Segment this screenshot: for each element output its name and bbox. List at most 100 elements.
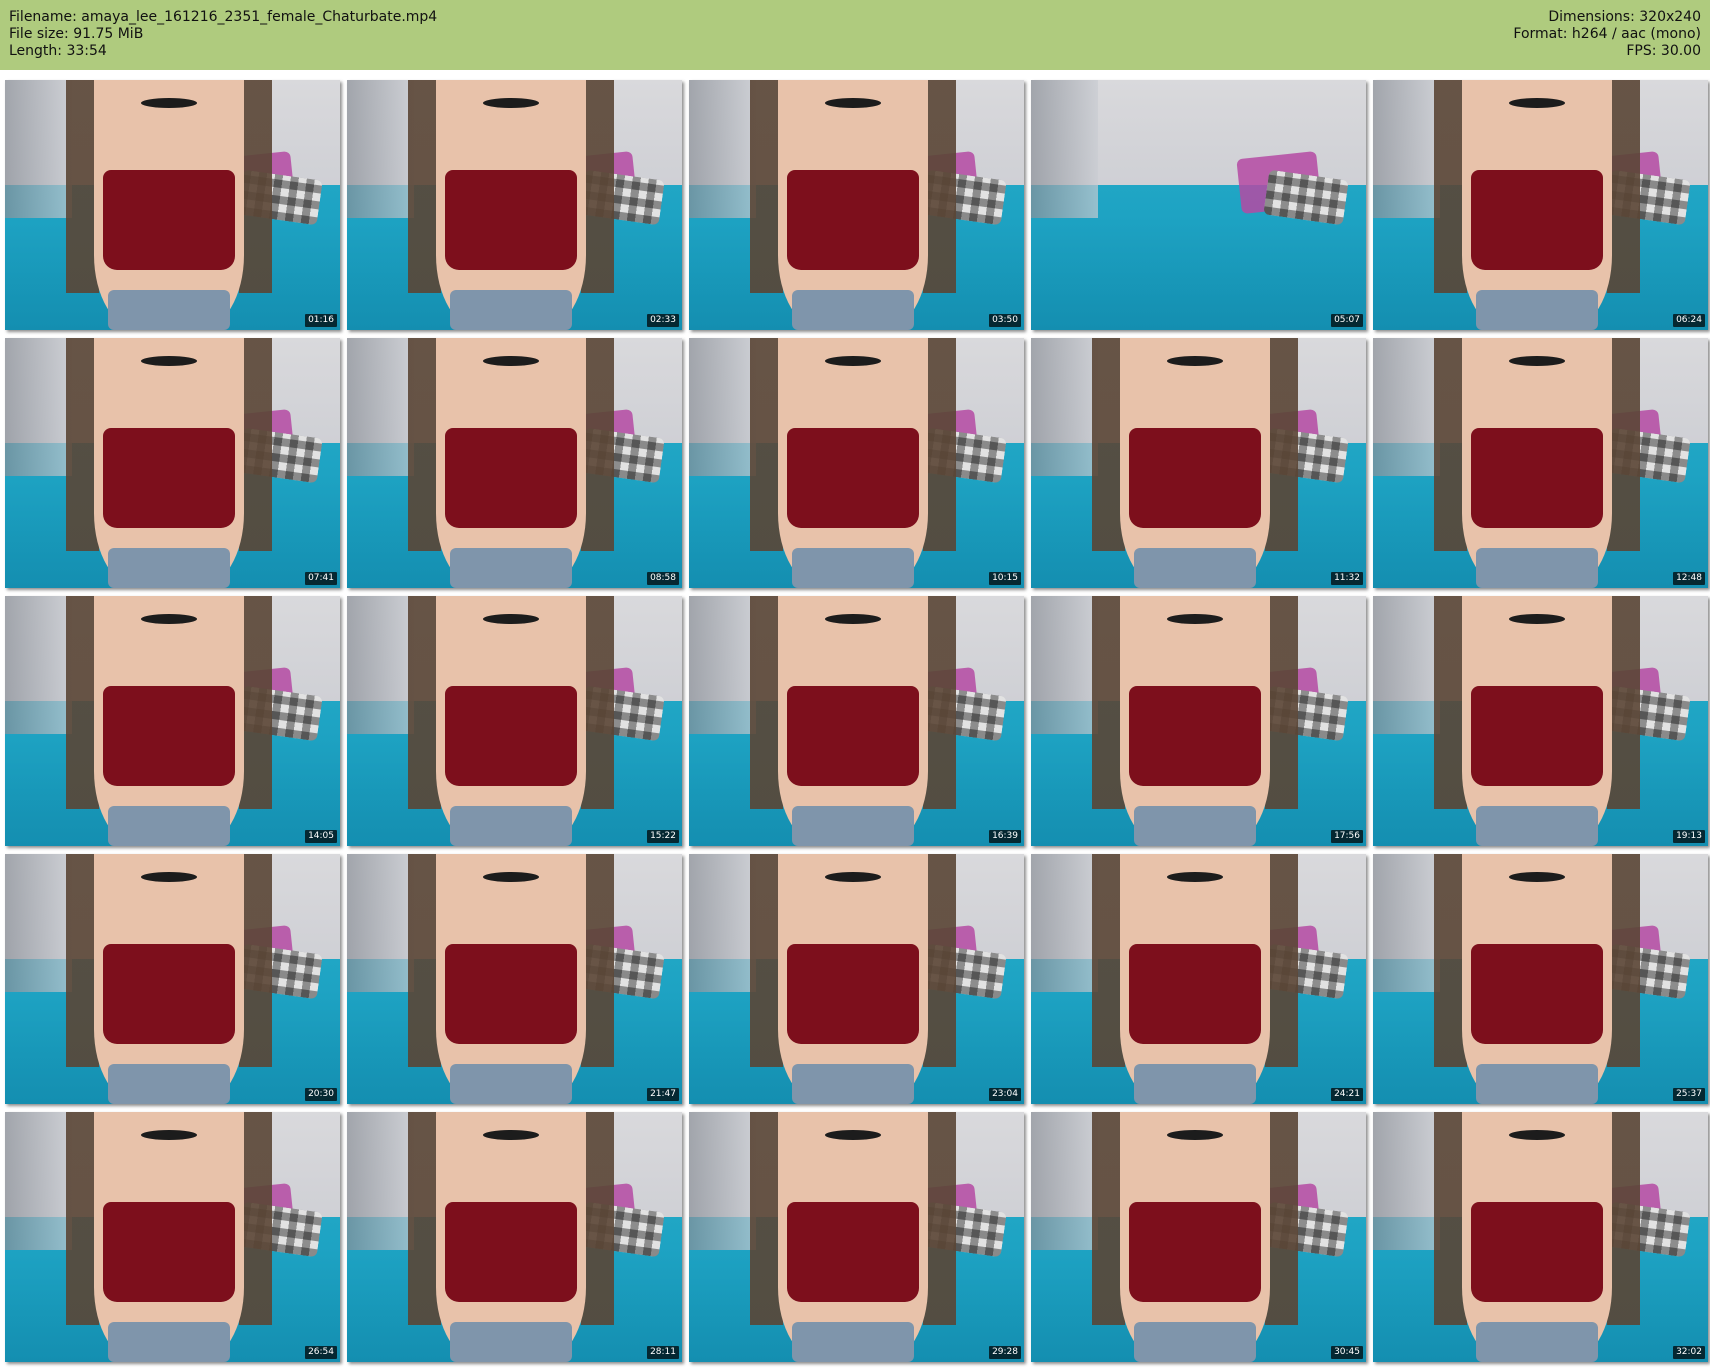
- dimensions-text: Dimensions: 320x240: [1548, 9, 1701, 25]
- red-top-shape: [103, 170, 235, 270]
- shorts-shape: [1476, 1322, 1599, 1362]
- red-top-shape: [787, 428, 919, 528]
- choker-shape: [1167, 871, 1224, 882]
- frame-timestamp: 10:15: [989, 572, 1021, 585]
- frame-timestamp: 26:54: [305, 1346, 337, 1359]
- person-figure: [52, 80, 287, 330]
- red-top-shape: [103, 944, 235, 1044]
- video-frame-thumbnail: 05:07: [1031, 80, 1366, 330]
- choker-shape: [825, 613, 882, 624]
- frame-timestamp: 17:56: [1331, 830, 1363, 843]
- red-top-shape: [787, 170, 919, 270]
- frame-timestamp: 03:50: [989, 314, 1021, 327]
- video-frame-thumbnail: 16:39: [689, 596, 1024, 846]
- video-frame-thumbnail: 25:37: [1373, 854, 1708, 1104]
- frame-timestamp: 16:39: [989, 830, 1021, 843]
- person-figure: [1078, 338, 1313, 588]
- choker-shape: [1509, 97, 1566, 108]
- shorts-shape: [1134, 1064, 1257, 1104]
- shorts-shape: [450, 1064, 573, 1104]
- person-figure: [394, 854, 629, 1104]
- fps-text: FPS: 30.00: [1626, 43, 1701, 59]
- video-frame-thumbnail: 23:04: [689, 854, 1024, 1104]
- choker-shape: [483, 613, 540, 624]
- choker-shape: [483, 355, 540, 366]
- file-info-right: Dimensions: 320x240 Format: h264 / aac (…: [1513, 9, 1701, 60]
- person-figure: [736, 80, 971, 330]
- choker-shape: [825, 355, 882, 366]
- video-frame-thumbnail: 15:22: [347, 596, 682, 846]
- choker-shape: [825, 871, 882, 882]
- video-frame-thumbnail: 21:47: [347, 854, 682, 1104]
- shorts-shape: [792, 806, 915, 846]
- choker-shape: [1167, 1129, 1224, 1140]
- shorts-shape: [108, 1064, 231, 1104]
- choker-shape: [141, 97, 198, 108]
- red-top-shape: [1471, 170, 1603, 270]
- choker-shape: [483, 871, 540, 882]
- shorts-shape: [108, 548, 231, 588]
- red-top-shape: [103, 428, 235, 528]
- red-top-shape: [787, 686, 919, 786]
- person-figure: [52, 596, 287, 846]
- frame-timestamp: 01:16: [305, 314, 337, 327]
- frame-timestamp: 24:21: [1331, 1088, 1363, 1101]
- red-top-shape: [1471, 686, 1603, 786]
- red-top-shape: [1129, 1202, 1261, 1302]
- frame-timestamp: 07:41: [305, 572, 337, 585]
- frame-timestamp: 29:28: [989, 1346, 1021, 1359]
- choker-shape: [825, 1129, 882, 1140]
- frame-timestamp: 19:13: [1673, 830, 1705, 843]
- choker-shape: [141, 355, 198, 366]
- shorts-shape: [792, 1064, 915, 1104]
- frame-timestamp: 23:04: [989, 1088, 1021, 1101]
- red-top-shape: [445, 1202, 577, 1302]
- choker-shape: [1167, 613, 1224, 624]
- red-top-shape: [1471, 944, 1603, 1044]
- choker-shape: [825, 97, 882, 108]
- frame-timestamp: 05:07: [1331, 314, 1363, 327]
- video-frame-thumbnail: 06:24: [1373, 80, 1708, 330]
- red-top-shape: [1471, 1202, 1603, 1302]
- frame-timestamp: 32:02: [1673, 1346, 1705, 1359]
- person-figure: [736, 854, 971, 1104]
- video-frame-thumbnail: 19:13: [1373, 596, 1708, 846]
- frame-timestamp: 15:22: [647, 830, 679, 843]
- person-figure: [52, 854, 287, 1104]
- frame-timestamp: 21:47: [647, 1088, 679, 1101]
- choker-shape: [1509, 871, 1566, 882]
- person-figure: [1420, 338, 1655, 588]
- person-figure: [394, 1112, 629, 1362]
- frame-timestamp: 20:30: [305, 1088, 337, 1101]
- format-text: Format: h264 / aac (mono): [1513, 26, 1701, 42]
- frame-timestamp: 11:32: [1331, 572, 1363, 585]
- video-frame-thumbnail: 14:05: [5, 596, 340, 846]
- red-top-shape: [1471, 428, 1603, 528]
- video-frame-thumbnail: 20:30: [5, 854, 340, 1104]
- choker-shape: [141, 613, 198, 624]
- shorts-shape: [792, 548, 915, 588]
- shorts-shape: [108, 290, 231, 330]
- frame-timestamp: 28:11: [647, 1346, 679, 1359]
- red-top-shape: [445, 686, 577, 786]
- video-frame-thumbnail: 29:28: [689, 1112, 1024, 1362]
- person-figure: [1420, 596, 1655, 846]
- person-figure: [394, 338, 629, 588]
- person-figure: [394, 80, 629, 330]
- red-top-shape: [445, 428, 577, 528]
- shorts-shape: [108, 1322, 231, 1362]
- red-top-shape: [103, 686, 235, 786]
- choker-shape: [141, 1129, 198, 1140]
- frame-timestamp: 30:45: [1331, 1346, 1363, 1359]
- person-figure: [1420, 1112, 1655, 1362]
- frame-timestamp: 08:58: [647, 572, 679, 585]
- person-figure: [1078, 854, 1313, 1104]
- shorts-shape: [1134, 548, 1257, 588]
- shorts-shape: [450, 548, 573, 588]
- info-header: Filename: amaya_lee_161216_2351_female_C…: [0, 0, 1710, 70]
- person-figure: [1420, 80, 1655, 330]
- video-frame-thumbnail: 28:11: [347, 1112, 682, 1362]
- video-frame-thumbnail: 11:32: [1031, 338, 1366, 588]
- red-top-shape: [787, 1202, 919, 1302]
- person-figure: [1078, 596, 1313, 846]
